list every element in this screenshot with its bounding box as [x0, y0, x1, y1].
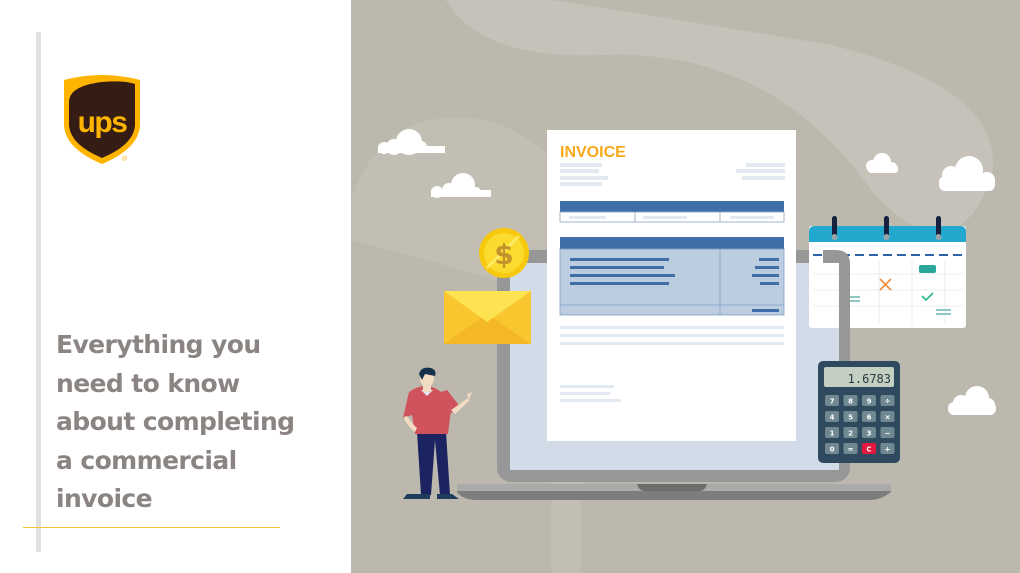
- calculator-key: 8: [843, 395, 858, 406]
- calculator-key: 6: [862, 411, 876, 422]
- calendar-icon: [809, 216, 966, 328]
- calculator-key: −: [880, 427, 895, 438]
- invoice-title: INVOICE: [560, 144, 626, 161]
- calculator-key-label: 5: [848, 414, 853, 422]
- accent-underline: [23, 527, 280, 528]
- registered-mark: ®: [122, 156, 128, 163]
- calculator-key-label: 6: [867, 414, 872, 422]
- vertical-divider: [36, 32, 41, 552]
- page-headline: Everything you need to know about comple…: [56, 326, 336, 519]
- calculator-key: C: [862, 443, 876, 454]
- calculator-key: 1: [825, 427, 839, 438]
- hero-illustration: INVOICE 1.6783 7 8 9 ÷ 4 5 6 × 1 2 3 − 0…: [351, 0, 1020, 573]
- headline-line: about completing: [56, 407, 295, 436]
- calculator-key: 5: [843, 411, 858, 422]
- calculator-key-label: ×: [885, 414, 891, 422]
- calculator-key: 2: [843, 427, 858, 438]
- logo-wordmark: ups: [78, 106, 128, 139]
- headline-line: Everything you: [56, 330, 261, 359]
- calculator-key-label: 9: [867, 398, 872, 406]
- calculator-key-label: 2: [848, 430, 853, 438]
- calculator-key: 4: [825, 411, 839, 422]
- calculator-key-label: 8: [848, 398, 853, 406]
- ups-shield-icon: ups: [64, 75, 140, 164]
- calculator-key-label: 3: [867, 430, 872, 438]
- envelope-icon: [444, 291, 531, 344]
- calculator-key: +: [880, 443, 895, 454]
- headline-line: need to know: [56, 368, 240, 398]
- dollar-sign: $: [494, 238, 513, 271]
- calculator-key: ÷: [880, 395, 895, 406]
- calculator-key-label: C: [866, 446, 871, 454]
- calculator-key-label: 0: [830, 446, 835, 454]
- calculator-key: 9: [862, 395, 876, 406]
- calculator-icon: 1.6783 7 8 9 ÷ 4 5 6 × 1 2 3 − 0 = C +: [818, 361, 900, 463]
- calculator-key: ×: [880, 411, 895, 422]
- calculator-key: 3: [862, 427, 876, 438]
- ups-logo[interactable]: ups ®: [62, 72, 142, 168]
- calculator-key-label: −: [885, 430, 891, 438]
- calculator-display: 1.6783: [848, 372, 891, 386]
- calculator-key: =: [843, 443, 858, 454]
- calculator-key: 7: [825, 395, 839, 406]
- left-panel: ups ® Everything you need to know about …: [0, 0, 351, 573]
- calculator-key-label: 1: [830, 430, 835, 438]
- calculator-key-label: =: [848, 446, 854, 454]
- invoice-document: INVOICE: [547, 130, 796, 441]
- calculator-key-label: +: [885, 446, 891, 454]
- headline-line: invoice: [56, 484, 153, 513]
- cloud-icon: [948, 386, 996, 415]
- calculator-key-label: 7: [830, 398, 835, 406]
- calculator-key: 0: [825, 443, 839, 454]
- calculator-key-label: ÷: [885, 398, 891, 406]
- dollar-coin-icon: $: [479, 228, 529, 278]
- headline-line: a commercial: [56, 445, 237, 475]
- calculator-key-label: 4: [830, 414, 835, 422]
